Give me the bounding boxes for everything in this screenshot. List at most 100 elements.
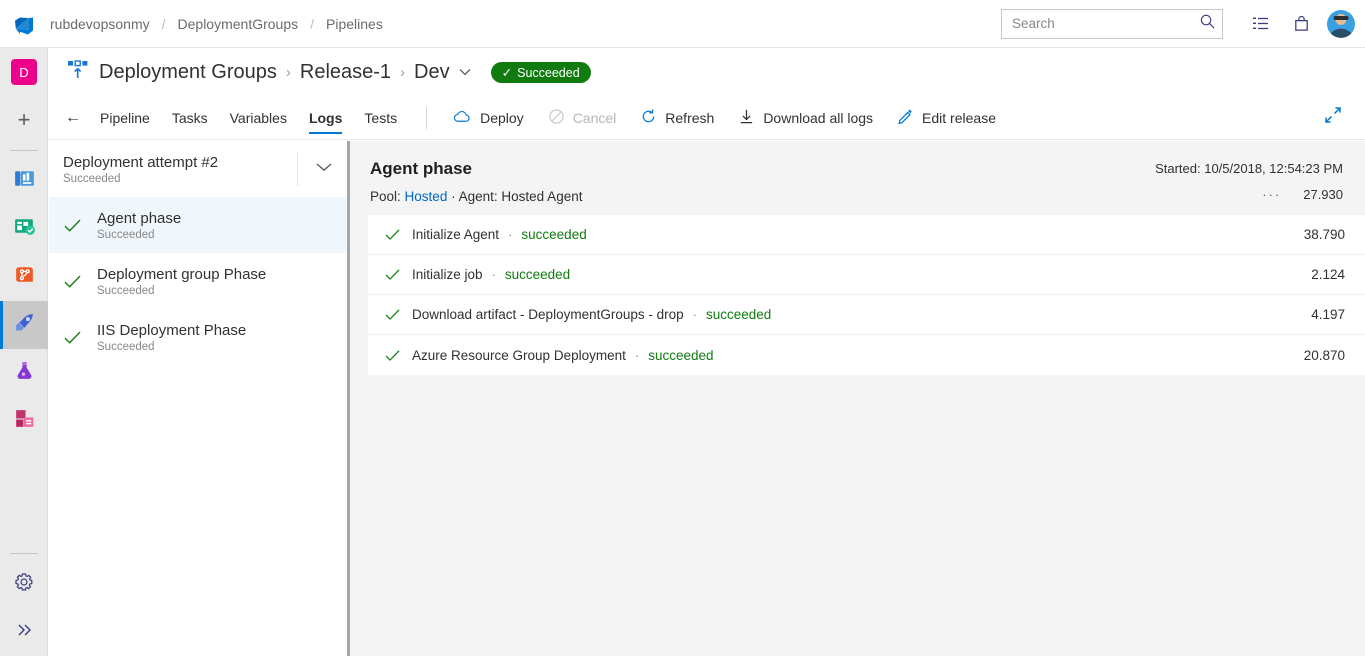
work-items-icon[interactable] <box>1241 4 1281 44</box>
phases-panel: Deployment attempt #2 Succeeded Agent ph… <box>49 141 350 656</box>
check-icon <box>384 349 412 362</box>
phase-title: IIS Deployment Phase <box>97 322 246 339</box>
release-name[interactable]: Release-1 <box>300 61 391 84</box>
user-avatar[interactable] <box>1327 10 1355 38</box>
phase-item-text: Deployment group Phase Succeeded <box>97 266 266 297</box>
artifacts-icon <box>12 406 37 436</box>
deployment-groups-icon <box>67 59 89 86</box>
task-separator: · <box>508 227 512 242</box>
sidebar-item-artifacts[interactable] <box>0 397 48 445</box>
tab-logs[interactable]: Logs <box>298 96 353 140</box>
overflow-menu-icon[interactable]: ··· <box>1262 187 1281 202</box>
environment-name[interactable]: Dev <box>414 61 450 84</box>
back-arrow-icon[interactable]: ← <box>65 109 81 127</box>
table-row[interactable]: Initialize Agent · succeeded 38.790 <box>368 215 1365 255</box>
check-icon <box>384 228 412 241</box>
phase-item-deployment-group-phase[interactable]: Deployment group Phase Succeeded <box>49 253 349 309</box>
cloud-icon <box>453 109 472 127</box>
task-name: Initialize job <box>412 267 483 282</box>
task-separator: · <box>635 348 639 363</box>
deploy-button[interactable]: Deploy <box>441 96 536 140</box>
status-badge: ✓ Succeeded <box>491 62 591 83</box>
sidebar-item-overview[interactable] <box>0 157 48 205</box>
check-icon: ✓ <box>502 65 512 80</box>
search-input[interactable] <box>1012 16 1199 31</box>
expand-rail-button[interactable] <box>0 608 48 656</box>
project-badge[interactable]: D <box>0 48 48 96</box>
table-row[interactable]: Initialize job · succeeded 2.124 <box>368 255 1365 295</box>
new-item-button[interactable]: + <box>0 96 48 144</box>
project-badge-letter: D <box>11 59 37 85</box>
pencil-icon <box>897 108 914 128</box>
agent-value: Hosted Agent <box>501 189 582 204</box>
phase-item-iis-deployment-phase[interactable]: IIS Deployment Phase Succeeded <box>49 309 349 365</box>
task-list: Initialize Agent · succeeded 38.790 Init… <box>368 215 1365 375</box>
breadcrumb-item-pipelines[interactable]: Pipelines <box>324 16 385 32</box>
refresh-icon <box>640 108 657 128</box>
task-status: succeeded <box>648 348 713 363</box>
task-name: Azure Resource Group Deployment <box>412 348 626 363</box>
download-all-logs-button[interactable]: Download all logs <box>726 96 885 140</box>
task-name: Initialize Agent <box>412 227 499 242</box>
pipelines-icon <box>12 310 37 340</box>
deploy-label: Deploy <box>480 110 524 126</box>
pool-link[interactable]: Hosted <box>405 189 448 204</box>
attempt-dropdown-button[interactable] <box>297 152 349 186</box>
task-duration: 2.124 <box>1311 267 1345 282</box>
search-box[interactable] <box>1001 9 1223 39</box>
download-icon <box>738 108 755 128</box>
top-bar: rubdevopsonmy / DeploymentGroups / Pipel… <box>0 0 1365 48</box>
breadcrumb-item-project[interactable]: DeploymentGroups <box>176 16 301 32</box>
sidebar-item-boards[interactable] <box>0 205 48 253</box>
page-title: Deployment Groups <box>99 61 277 84</box>
table-row[interactable]: Download artifact - DeploymentGroups - d… <box>368 295 1365 335</box>
breadcrumb-item-organization[interactable]: rubdevopsonmy <box>48 16 152 32</box>
sidebar-item-test-plans[interactable] <box>0 349 48 397</box>
task-status: succeeded <box>706 307 771 322</box>
azure-devops-logo[interactable] <box>0 0 48 48</box>
toolbar: ← Pipeline Tasks Variables Logs Tests De… <box>49 96 1365 140</box>
sidebar-item-repos[interactable] <box>0 253 48 301</box>
check-icon <box>63 330 97 345</box>
phase-status: Succeeded <box>97 285 266 297</box>
chevron-down-icon[interactable] <box>459 67 471 79</box>
tab-tests[interactable]: Tests <box>353 96 408 140</box>
gear-icon <box>14 572 34 597</box>
status-badge-label: Succeeded <box>517 66 580 80</box>
deployment-attempt-title: Deployment attempt #2 <box>63 154 297 171</box>
marketplace-bag-icon[interactable] <box>1281 4 1321 44</box>
download-all-logs-label: Download all logs <box>763 110 873 126</box>
tab-tasks[interactable]: Tasks <box>161 96 219 140</box>
breadcrumb: rubdevopsonmy / DeploymentGroups / Pipel… <box>48 16 385 32</box>
breadcrumb-separator: / <box>162 16 166 32</box>
search-icon[interactable] <box>1199 13 1216 35</box>
phase-title: Agent phase <box>97 210 181 227</box>
task-status: succeeded <box>505 267 570 282</box>
table-row[interactable]: Azure Resource Group Deployment · succee… <box>368 335 1365 375</box>
check-icon <box>384 308 412 321</box>
agent-label: Agent: <box>459 189 498 204</box>
check-icon <box>63 274 97 289</box>
refresh-button[interactable]: Refresh <box>628 96 726 140</box>
fullscreen-expand-button[interactable] <box>1323 105 1365 130</box>
double-chevron-right-icon <box>14 620 34 645</box>
logs-content: Agent phase Pool: Hosted · Agent: Hosted… <box>350 141 1365 656</box>
deployment-attempt-row: Deployment attempt #2 Succeeded <box>49 141 349 197</box>
header-separator: › <box>400 64 405 81</box>
edit-release-button[interactable]: Edit release <box>885 96 1008 140</box>
meta-dot: · <box>451 189 456 204</box>
toolbar-divider <box>426 107 427 129</box>
phase-title: Deployment group Phase <box>97 266 266 283</box>
task-separator: · <box>693 307 697 322</box>
settings-button[interactable] <box>0 560 48 608</box>
sidebar-item-pipelines[interactable] <box>0 301 48 349</box>
phase-item-agent-phase[interactable]: Agent phase Succeeded <box>49 197 349 253</box>
boards-icon <box>12 214 37 244</box>
breadcrumb-separator: / <box>310 16 314 32</box>
phase-duration: 27.930 <box>1303 187 1343 202</box>
header-separator: › <box>286 64 291 81</box>
tab-variables[interactable]: Variables <box>219 96 298 140</box>
phase-status: Succeeded <box>97 229 181 241</box>
tab-pipeline[interactable]: Pipeline <box>89 96 161 140</box>
cancel-button: Cancel <box>536 96 629 140</box>
